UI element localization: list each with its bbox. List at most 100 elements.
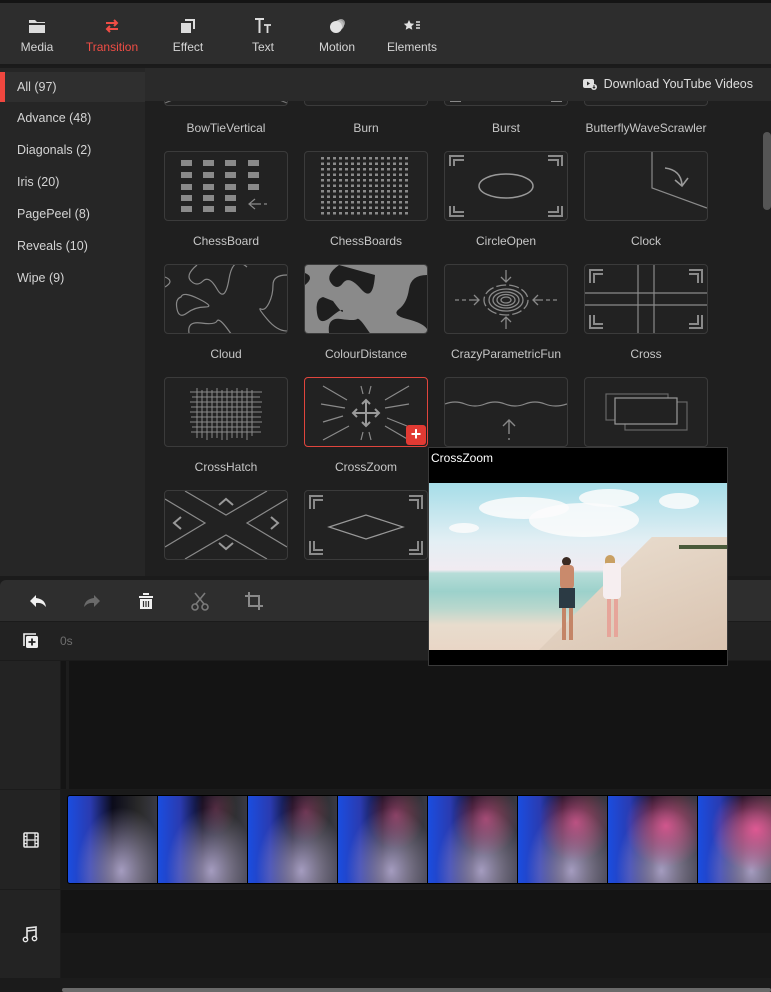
video-frame-thumbnail [248,796,337,883]
film-icon [23,832,39,848]
transition-tile-cross[interactable] [584,264,708,334]
transition-label: Burn [353,121,379,135]
transition-label: Burst [491,121,520,135]
transition-tile-cloud[interactable] [164,264,288,334]
video-frame-thumbnail [158,796,247,883]
toolbar-motion-label: Motion [318,40,356,54]
transition-tile-chessboard[interactable] [164,151,288,221]
video-track[interactable] [61,790,771,889]
chessboard-thumb-icon [181,160,267,212]
transition-tile-circleopen[interactable] [444,151,568,221]
preview-image [429,483,727,650]
grid-scrollbar[interactable] [763,132,771,210]
video-frame-thumbnail [518,796,607,883]
toolbar-media[interactable]: Media [2,15,72,54]
transition-label: Cloud [210,347,242,361]
toolbar-effect-label: Effect [172,40,204,54]
transition-tile-clock[interactable] [584,151,708,221]
time-label: 0s [60,634,73,648]
motion-circles-icon [330,19,345,33]
category-pagepeel[interactable]: PagePeel (8) [0,199,145,229]
category-advance[interactable]: Advance (48) [0,103,145,133]
swap-arrows-icon [105,19,119,33]
category-wipe[interactable]: Wipe (9) [0,263,145,293]
colourdistance-thumb-icon [305,265,427,333]
cloud-thumb-icon [165,265,287,333]
transition-label: CrossZoom [334,460,397,474]
overlay-track[interactable] [61,661,771,789]
circleopen-thumb-icon [449,155,563,217]
toolbar-transition-label: Transition [85,40,139,54]
cross-thumb-icon [585,265,707,333]
category-iris[interactable]: Iris (20) [0,167,145,197]
transition-tile-crosshatch[interactable] [164,377,288,447]
toolbar-effect[interactable]: Effect [153,15,223,54]
add-track-icon[interactable] [21,631,41,651]
scissors-icon[interactable] [189,590,211,612]
folder-icon [29,20,45,33]
transition-label: ChessBoard [192,234,260,248]
toolbar-elements[interactable]: Elements [377,15,447,54]
star-list-icon [403,20,420,30]
transition-tile-colourdistance[interactable] [304,264,428,334]
preview-title: CrossZoom [431,451,494,465]
transition-tile-wave-up[interactable] [444,377,568,447]
crop-icon[interactable] [243,590,265,612]
download-bar: Download YouTube Videos [145,68,771,101]
toolbar-text-label: Text [251,40,274,54]
category-reveals[interactable]: Reveals (10) [0,231,145,261]
video-clip[interactable] [67,795,771,884]
category-sidebar: All (97) Advance (48) Diagonals (2) Iris… [0,68,145,576]
transition-label: CrazyParametricFun [450,347,562,361]
toolbar-text[interactable]: Text [228,15,298,54]
youtube-download-icon [582,79,597,90]
top-toolbar: Media Transition Effect Text Motion Elem… [0,0,771,66]
video-frame-thumbnail [338,796,427,883]
overlay-track-header [0,661,60,789]
x-arrows-thumb-icon [165,491,287,559]
video-frame-thumbnail [698,796,771,883]
redo-icon[interactable] [81,590,103,612]
toolbar-motion[interactable]: Motion [302,15,372,54]
toolbar-elements-label: Elements [386,40,438,54]
toolbar-media-label: Media [20,40,54,54]
audio-track-lower [61,933,771,978]
transition-label: CrossHatch [194,460,258,474]
audio-track[interactable] [61,890,771,933]
transition-label: ChessBoards [329,234,403,248]
transition-label: BowTieVertical [186,121,266,135]
wave-up-thumb-icon [445,401,567,440]
music-note-icon [22,926,38,943]
category-all[interactable]: All (97) [0,72,145,102]
add-transition-button[interactable]: + [406,425,426,445]
video-frame-thumbnail [68,796,157,883]
transition-tile-crosszoom[interactable]: + [304,377,428,447]
transition-preview-popover: CrossZoom [428,447,728,666]
transition-label: CircleOpen [475,234,537,248]
transition-tile-x-arrows[interactable] [164,490,288,560]
transition-label: ColourDistance [324,347,408,361]
audio-track-header [0,890,60,978]
delete-icon[interactable] [135,590,157,612]
download-youtube-link[interactable]: Download YouTube Videos [582,77,753,91]
text-size-icon [255,18,271,33]
video-track-header [0,790,60,889]
diamond-thumb-icon [309,495,423,555]
clock-thumb-icon [651,152,707,209]
transition-label: ButterflyWaveScrawler [585,121,707,135]
category-diagonals[interactable]: Diagonals (2) [0,135,145,165]
video-frame-thumbnail [608,796,697,883]
transition-label: Clock [630,234,661,248]
toolbar-transition[interactable]: Transition [77,15,147,54]
timeline-scrollbar[interactable] [62,988,771,992]
transition-tile-stacked-rects[interactable] [584,377,708,447]
transition-tile-crazyparametricfun[interactable] [444,264,568,334]
transition-label: Cross [630,347,662,361]
transition-tile-diamond[interactable] [304,490,428,560]
stacked-rects-thumb-icon [605,393,688,431]
chessboards-thumb-icon [321,157,411,215]
layers-icon [181,19,195,33]
video-frame-thumbnail [428,796,517,883]
transition-tile-chessboards[interactable] [304,151,428,221]
undo-icon[interactable] [27,590,49,612]
